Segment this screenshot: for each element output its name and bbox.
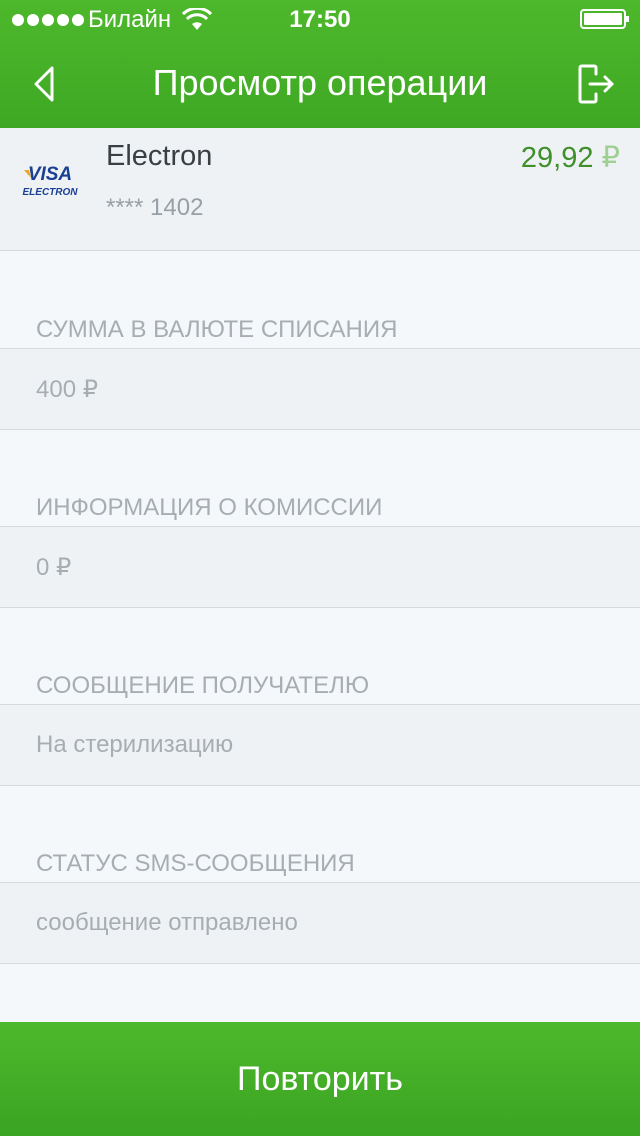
svg-text:ELECTRON: ELECTRON bbox=[23, 187, 79, 198]
card-balance-currency: ₽ bbox=[601, 142, 620, 174]
field-value-commission: 0 ₽ bbox=[36, 554, 72, 581]
section-label-commission: ИНФОРМАЦИЯ О КОМИССИИ bbox=[36, 494, 383, 521]
field-row-commission: 0 ₽ bbox=[0, 526, 640, 608]
repeat-button[interactable]: Повторить bbox=[0, 1022, 640, 1136]
section-label-sms-status: СТАТУС SMS-СООБЩЕНИЯ bbox=[36, 850, 355, 877]
card-number: **** 1402 bbox=[106, 194, 204, 221]
logout-icon bbox=[578, 64, 614, 104]
page-title: Просмотр операции bbox=[152, 62, 488, 103]
card-balance-amount: 29,92 bbox=[520, 142, 594, 174]
top-bar: Билайн 17:50 Просмотр операции bbox=[0, 0, 640, 128]
status-bar: Билайн 17:50 bbox=[0, 0, 640, 40]
visa-electron-logo: VISA ELECTRON bbox=[23, 164, 79, 198]
card-name: Electron bbox=[106, 140, 213, 172]
field-row-message: На стерилизацию bbox=[0, 704, 640, 786]
battery-icon bbox=[580, 9, 629, 29]
section-label-message: СООБЩЕНИЕ ПОЛУЧАТЕЛЮ bbox=[36, 672, 370, 699]
status-time: 17:50 bbox=[289, 6, 351, 33]
section-label-amount: СУММА В ВАЛЮТЕ СПИСАНИЯ bbox=[36, 316, 398, 343]
field-row-amount: 400 ₽ bbox=[0, 348, 640, 430]
field-row-sms-status: сообщение отправлено bbox=[0, 882, 640, 964]
card-row[interactable]: VISA ELECTRON Electron **** 1402 29,92 ₽ bbox=[0, 128, 640, 251]
svg-text:VISA: VISA bbox=[28, 164, 72, 185]
exit-button[interactable] bbox=[574, 62, 616, 106]
card-balance: 29,92 ₽ bbox=[521, 140, 620, 175]
field-value-message: На стерилизацию bbox=[36, 731, 234, 758]
field-value-sms-status: сообщение отправлено bbox=[36, 909, 298, 936]
field-value-amount: 400 ₽ bbox=[36, 376, 98, 403]
